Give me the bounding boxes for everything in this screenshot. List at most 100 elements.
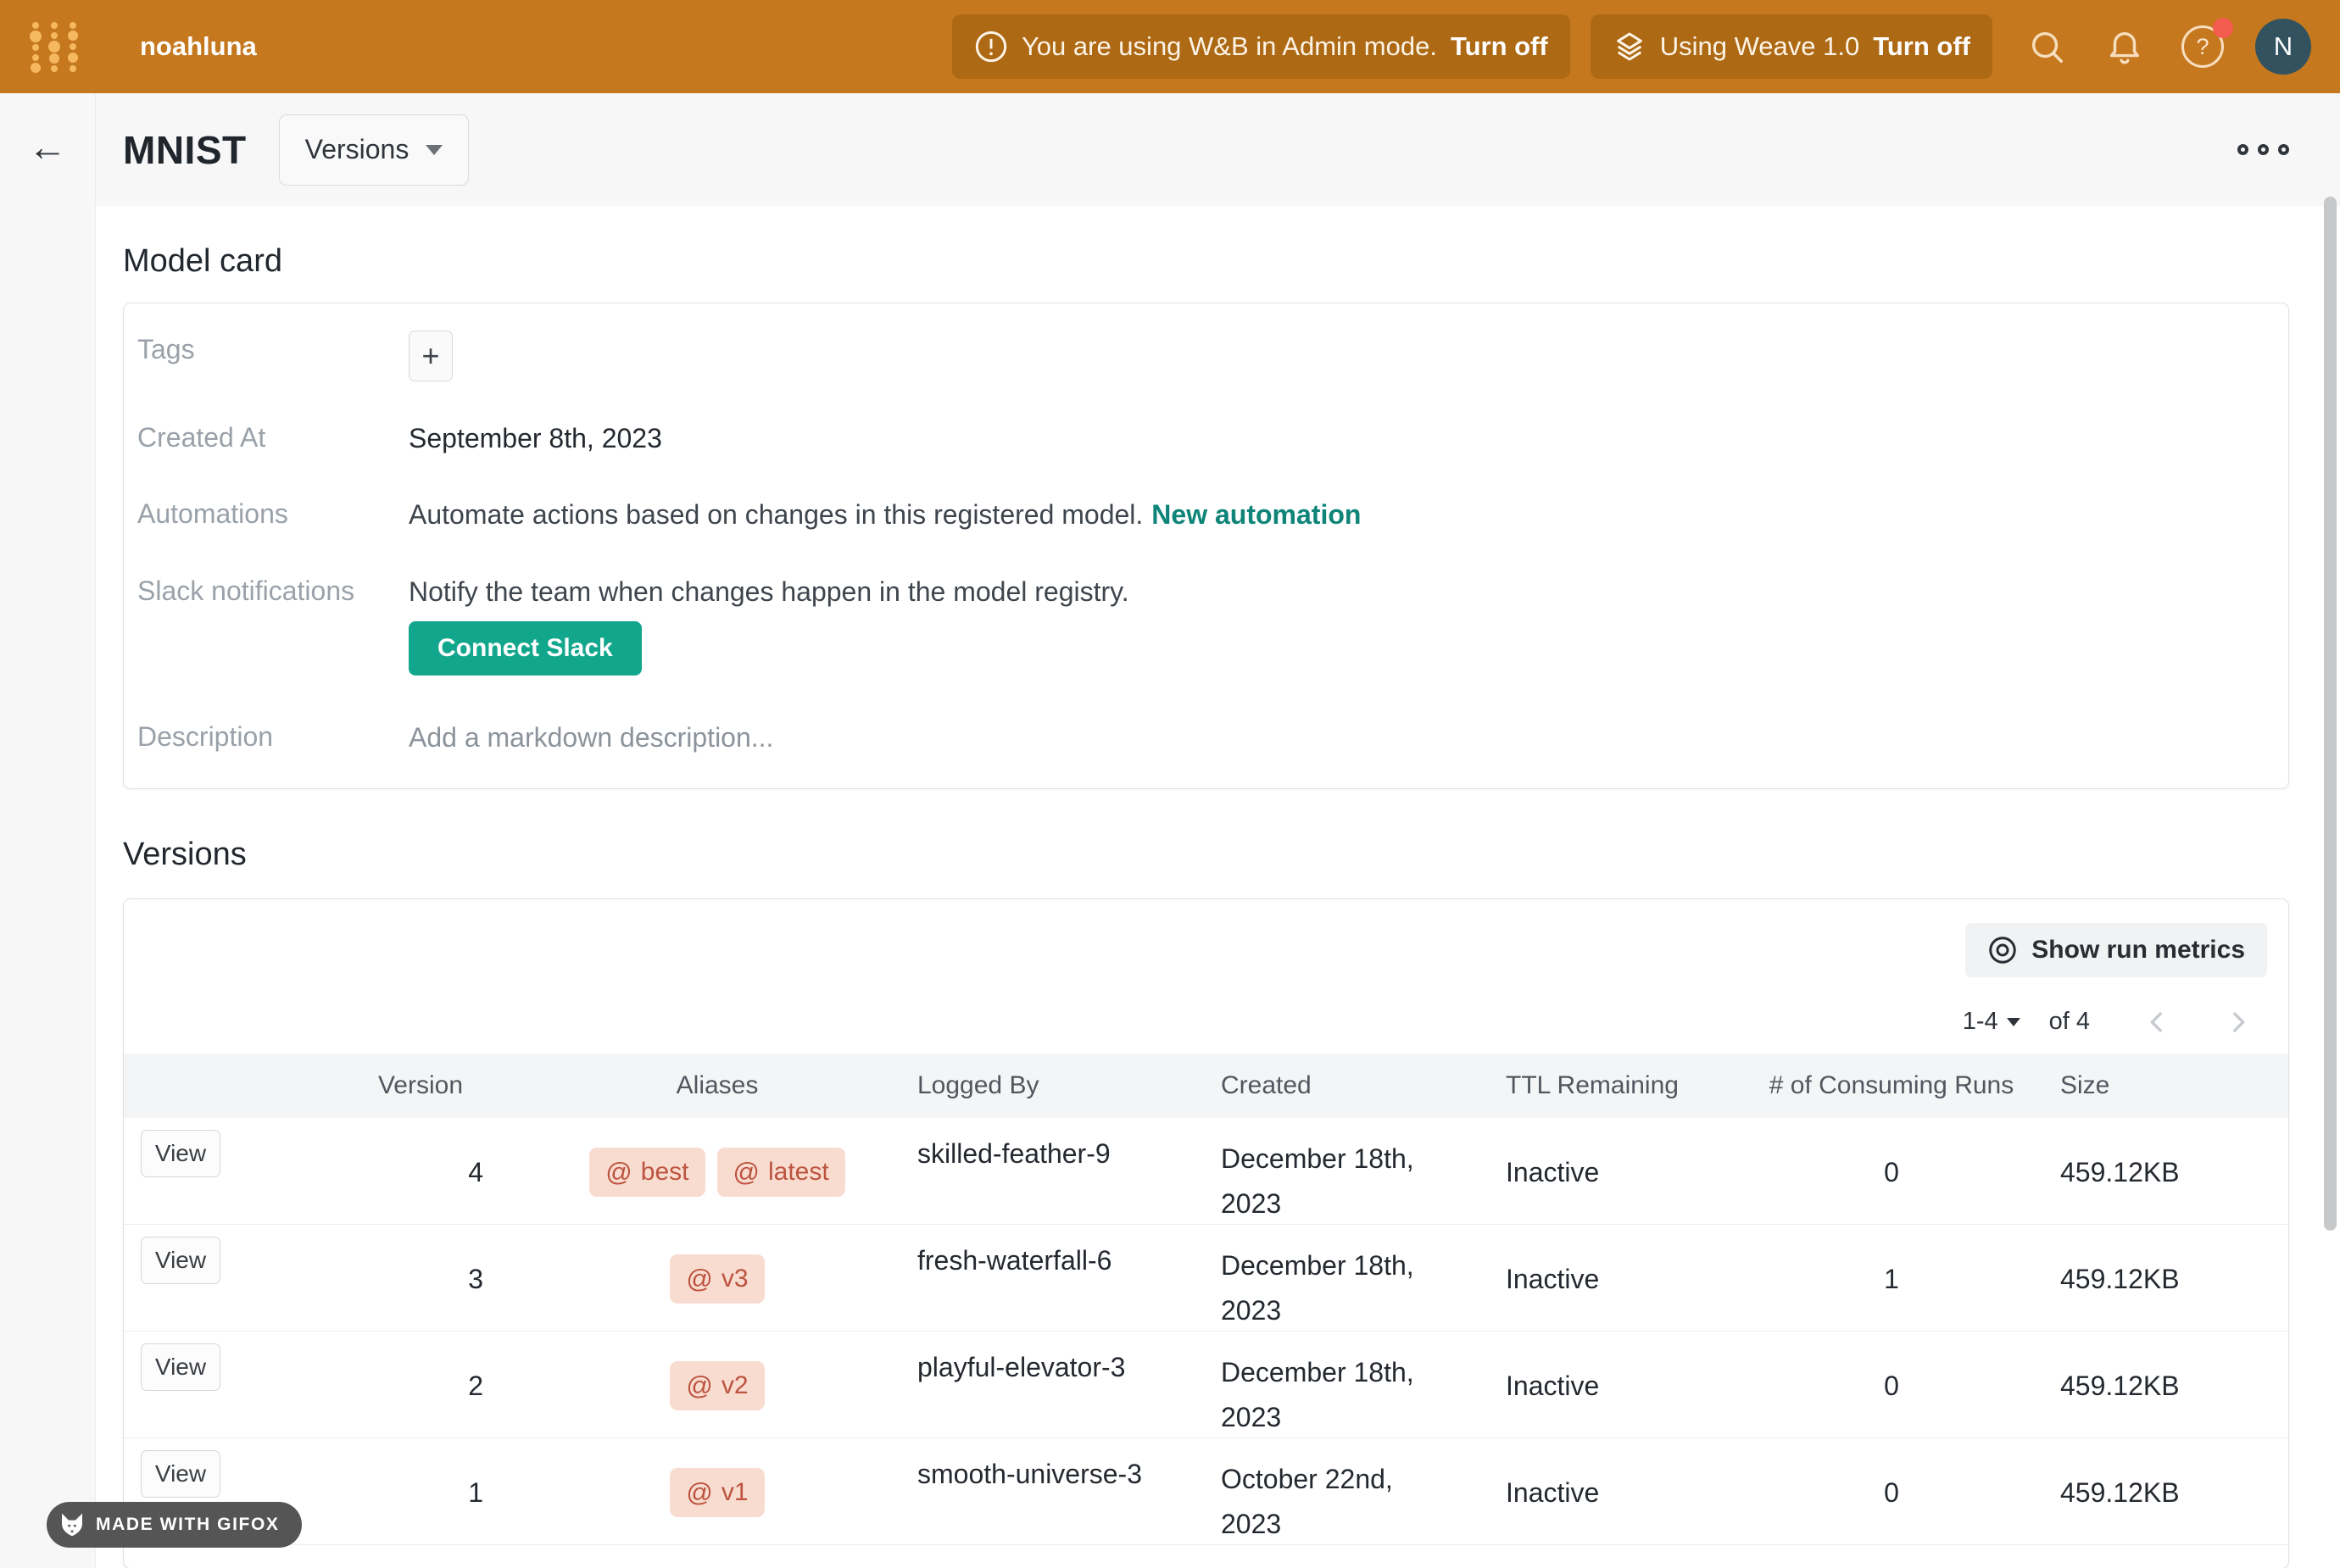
consuming-runs-cell: 0 — [1752, 1157, 2031, 1188]
back-button[interactable]: ← — [28, 127, 67, 166]
help-button[interactable]: ? — [2179, 23, 2226, 70]
alias-name: v2 — [722, 1371, 749, 1400]
alias-pill[interactable]: @v3 — [670, 1254, 764, 1304]
alert-icon — [974, 30, 1008, 64]
search-button[interactable] — [2023, 23, 2070, 70]
at-icon: @ — [686, 1477, 712, 1508]
avatar[interactable]: N — [2255, 19, 2311, 75]
description-placeholder[interactable]: Add a markdown description... — [409, 718, 773, 757]
at-icon: @ — [733, 1157, 760, 1187]
aliases-cell: @best@latest — [548, 1148, 887, 1197]
gifox-text: MADE WITH GIFOX — [96, 1515, 280, 1535]
created-at-label: Created At — [137, 419, 409, 453]
slack-button-row: Connect Slack — [124, 616, 2288, 699]
new-automation-link[interactable]: New automation — [1151, 499, 1361, 530]
table-row: View 3 @v3 fresh-waterfall-6 December 18… — [124, 1225, 2288, 1332]
version-cell: 2 — [293, 1371, 548, 1402]
consuming-runs-cell: 1 — [1752, 1264, 2031, 1295]
admin-turn-off-button[interactable]: Turn off — [1451, 31, 1548, 62]
previous-page-button[interactable] — [2142, 1008, 2171, 1037]
versions-card: Show run metrics 1-4 of 4 — [123, 898, 2289, 1568]
ellipsis-dot-icon — [2278, 144, 2289, 155]
topbar: noahluna You are using W&B in Admin mode… — [0, 0, 2340, 93]
connect-slack-button[interactable]: Connect Slack — [409, 621, 642, 676]
slack-row: Slack notifications Notify the team when… — [124, 553, 2288, 616]
alias-name: best — [641, 1158, 689, 1187]
alias-pill[interactable]: @latest — [717, 1148, 845, 1197]
overflow-menu-button[interactable] — [2237, 144, 2289, 155]
layers-icon — [1613, 30, 1646, 64]
automations-row: Automations Automate actions based on ch… — [124, 476, 2288, 553]
slack-label: Slack notifications — [137, 572, 409, 607]
slack-text: Notify the team when changes happen in t… — [409, 572, 1129, 611]
fox-icon — [58, 1511, 86, 1538]
show-run-metrics-button[interactable]: Show run metrics — [1965, 923, 2267, 977]
team-name[interactable]: noahluna — [140, 31, 257, 62]
bell-icon — [2105, 27, 2144, 66]
admin-banner-text: You are using W&B in Admin mode. — [1022, 31, 1437, 62]
at-icon: @ — [686, 1264, 712, 1294]
table-header-row: Version Aliases Logged By Created TTL Re… — [124, 1054, 2288, 1118]
aliases-cell: @ v1 — [548, 1468, 887, 1517]
weave-banner-text: Using Weave 1.0 — [1660, 31, 1860, 62]
wandb-registry-screen: noahluna You are using W&B in Admin mode… — [0, 0, 2340, 1568]
alias-pill[interactable]: @v2 — [670, 1361, 764, 1410]
ttl-cell: Inactive — [1497, 1264, 1752, 1295]
page-total-label: of 4 — [2049, 1008, 2090, 1036]
alias-name: v1 — [722, 1478, 749, 1507]
table-row: View 4 @best@latest skilled-feather-9 De… — [124, 1118, 2288, 1225]
column-header: Logged By — [887, 1071, 1209, 1100]
version-cell: 4 — [293, 1157, 548, 1188]
search-icon — [2027, 27, 2066, 66]
eye-icon — [1987, 935, 2018, 965]
add-tag-button[interactable]: + — [409, 331, 453, 381]
view-selector-label: Versions — [305, 134, 410, 165]
created-cell: October 22nd, 2023 — [1209, 1438, 1497, 1549]
description-row: Description Add a markdown description..… — [124, 699, 2288, 776]
created-at-row: Created At September 8th, 2023 — [124, 400, 2288, 476]
size-cell: 459.12KB — [2031, 1371, 2289, 1402]
aliases-cell: @v3 — [548, 1254, 887, 1304]
consuming-runs-cell: 0 — [1752, 1371, 2031, 1402]
notification-dot — [2213, 18, 2233, 38]
page-range-dropdown[interactable]: 1-4 — [1963, 1008, 2020, 1036]
alias-pill[interactable]: @ v1 — [670, 1468, 764, 1517]
table-row: View 2 @v2 playful-elevator-3 December 1… — [124, 1332, 2288, 1438]
scrollbar[interactable] — [2324, 197, 2337, 1231]
version-cell: 1 — [293, 1477, 548, 1509]
gifox-watermark: MADE WITH GIFOX — [47, 1502, 302, 1548]
page-title: MNIST — [123, 127, 247, 173]
table-row: View 1 @v1 smooth-universe-3 October 22n… — [124, 1438, 2288, 1545]
consuming-runs-cell: 0 — [1752, 1477, 2031, 1509]
weave-turn-off-button[interactable]: Turn off — [1873, 31, 1970, 62]
model-card-heading: Model card — [123, 243, 2340, 280]
column-header: Created — [1209, 1071, 1497, 1100]
column-header: Size — [2031, 1071, 2289, 1100]
show-run-metrics-label: Show run metrics — [2031, 936, 2245, 965]
view-button[interactable]: View — [141, 1130, 220, 1177]
size-cell: 459.12KB — [2031, 1264, 2289, 1295]
ellipsis-dot-icon — [2258, 144, 2269, 155]
content: Model card Tags + Created At September 8… — [96, 206, 2340, 1568]
logged-by-cell: playful-elevator-3 — [887, 1332, 1209, 1383]
logged-by-cell: skilled-feather-9 — [887, 1118, 1209, 1170]
logged-by-cell: smooth-universe-3 — [887, 1438, 1209, 1490]
version-cell: 3 — [293, 1264, 548, 1295]
view-button[interactable]: View — [141, 1450, 220, 1498]
column-header: # of Consuming Runs — [1752, 1071, 2031, 1100]
view-button[interactable]: View — [141, 1237, 220, 1284]
column-header: TTL Remaining — [1497, 1071, 1752, 1100]
notifications-button[interactable] — [2101, 23, 2148, 70]
ellipsis-dot-icon — [2237, 144, 2248, 155]
view-button[interactable]: View — [141, 1343, 220, 1391]
main-area: MNIST Versions Model card Tags + — [96, 93, 2340, 1568]
ttl-cell: Inactive — [1497, 1477, 1752, 1509]
wandb-logo-icon[interactable] — [30, 20, 79, 73]
next-page-button[interactable] — [2224, 1008, 2253, 1037]
tags-row: Tags + — [124, 312, 2288, 400]
ttl-cell: Inactive — [1497, 1371, 1752, 1402]
alias-pill[interactable]: @best — [589, 1148, 705, 1197]
view-selector-dropdown[interactable]: Versions — [279, 114, 470, 186]
chevron-down-icon — [426, 145, 443, 155]
page-range-label: 1-4 — [1963, 1008, 1998, 1036]
